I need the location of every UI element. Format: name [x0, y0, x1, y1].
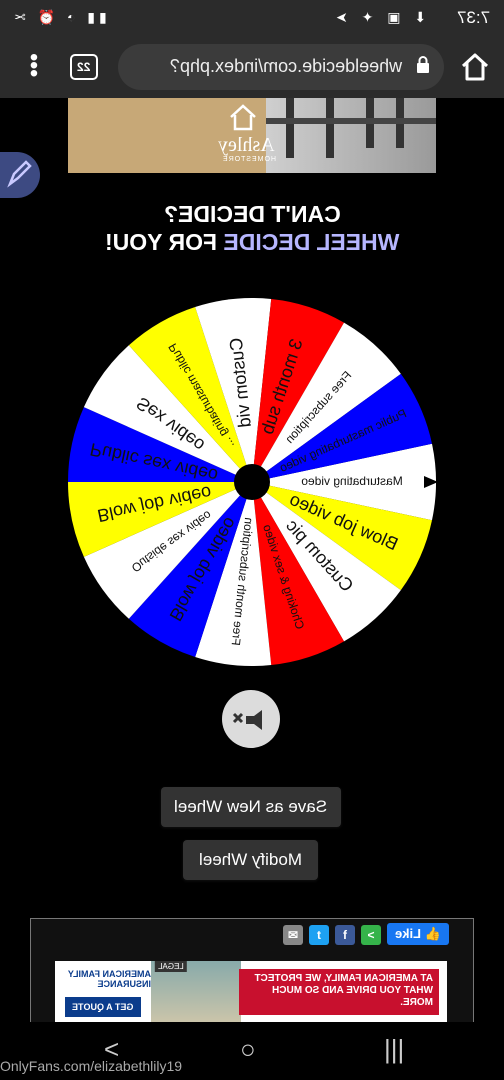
status-bar: ▮▮ ◔ ⏰ ✂ ⬇ ▣ ✦ ➤ 7:37: [0, 0, 504, 36]
ad-legal[interactable]: LEGAL: [155, 961, 187, 972]
watermark: OnlyFans.com/elizabethlily19: [0, 1058, 183, 1074]
status-time: 7:37: [456, 8, 490, 27]
modify-button-label: Modify Wheel: [199, 850, 302, 869]
lock-icon: [417, 56, 429, 73]
home-icon[interactable]: [458, 50, 492, 84]
pen-icon: [7, 160, 32, 188]
decision-wheel[interactable]: Masturbating videoBlow job videoCustom p…: [66, 296, 438, 668]
wheel-center: [234, 464, 270, 500]
sound-toggle-button[interactable]: [222, 690, 280, 748]
status-icons-left: ▮▮ ◔ ⏰ ✂: [10, 9, 107, 25]
twitter-icon[interactable]: t: [309, 925, 329, 945]
share-icon[interactable]: <: [361, 925, 381, 945]
heading-rest: FOR YOU!: [104, 229, 224, 255]
tab-switcher-icon[interactable]: 22: [70, 54, 98, 80]
save-as-new-wheel-button[interactable]: Save as New Wheel: [161, 787, 341, 827]
get-quote-label: GET A QUOTE: [72, 1002, 134, 1012]
status-icons-right: ⬇ ▣ ✦ ➤: [330, 9, 426, 25]
ad-message-text: AT AMERICAN FAMILY, WE PROTECT WHAT YOU …: [254, 973, 433, 1008]
heading-line-1: CAN'T DECIDE?: [163, 201, 341, 227]
page-heading: CAN'T DECIDE? WHEEL DECIDE FOR YOU!: [0, 200, 504, 256]
heading-accent: WHEEL DECIDE: [223, 229, 400, 255]
home-nav-icon[interactable]: ○: [240, 1034, 256, 1065]
ad-logo-text: AMERICAN FAMILY INSURANCE: [67, 969, 151, 989]
ad-banner-top[interactable]: Ashley HOMESTORE: [68, 98, 436, 173]
ad-photo: [266, 98, 436, 173]
more-menu-icon[interactable]: • • •: [24, 46, 44, 86]
url-text: wheeldecide.com/index.php?: [169, 56, 402, 76]
mute-speaker-icon: [232, 710, 262, 730]
heading-line-2: WHEEL DECIDE FOR YOU!: [105, 228, 399, 256]
edit-pen-button[interactable]: [0, 152, 40, 198]
save-button-label: Save as New Wheel: [174, 797, 328, 816]
ad-message: AT AMERICAN FAMILY, WE PROTECT WHAT YOU …: [239, 969, 439, 1015]
browser-toolbar: • • • 22 wheeldecide.com/index.php?: [0, 36, 504, 98]
like-label: Like: [395, 926, 422, 941]
get-quote-button[interactable]: GET A QUOTE: [65, 997, 141, 1017]
ad-brand-name: Ashley: [218, 134, 275, 156]
ad-brand-sub: HOMESTORE: [222, 156, 276, 163]
modify-wheel-button[interactable]: Modify Wheel: [183, 840, 318, 880]
email-icon[interactable]: ✉: [283, 925, 303, 945]
wheel-slice-label: Masturbating video: [301, 474, 403, 488]
tab-count: 22: [77, 60, 91, 74]
facebook-like-button[interactable]: Like 👍: [387, 923, 449, 945]
ad-brand-panel: Ashley HOMESTORE: [68, 98, 276, 173]
address-bar[interactable]: wheeldecide.com/index.php?: [118, 44, 444, 90]
house-logo-icon: [230, 104, 256, 131]
facebook-icon[interactable]: f: [335, 925, 355, 945]
recents-icon[interactable]: |||: [384, 1034, 404, 1065]
